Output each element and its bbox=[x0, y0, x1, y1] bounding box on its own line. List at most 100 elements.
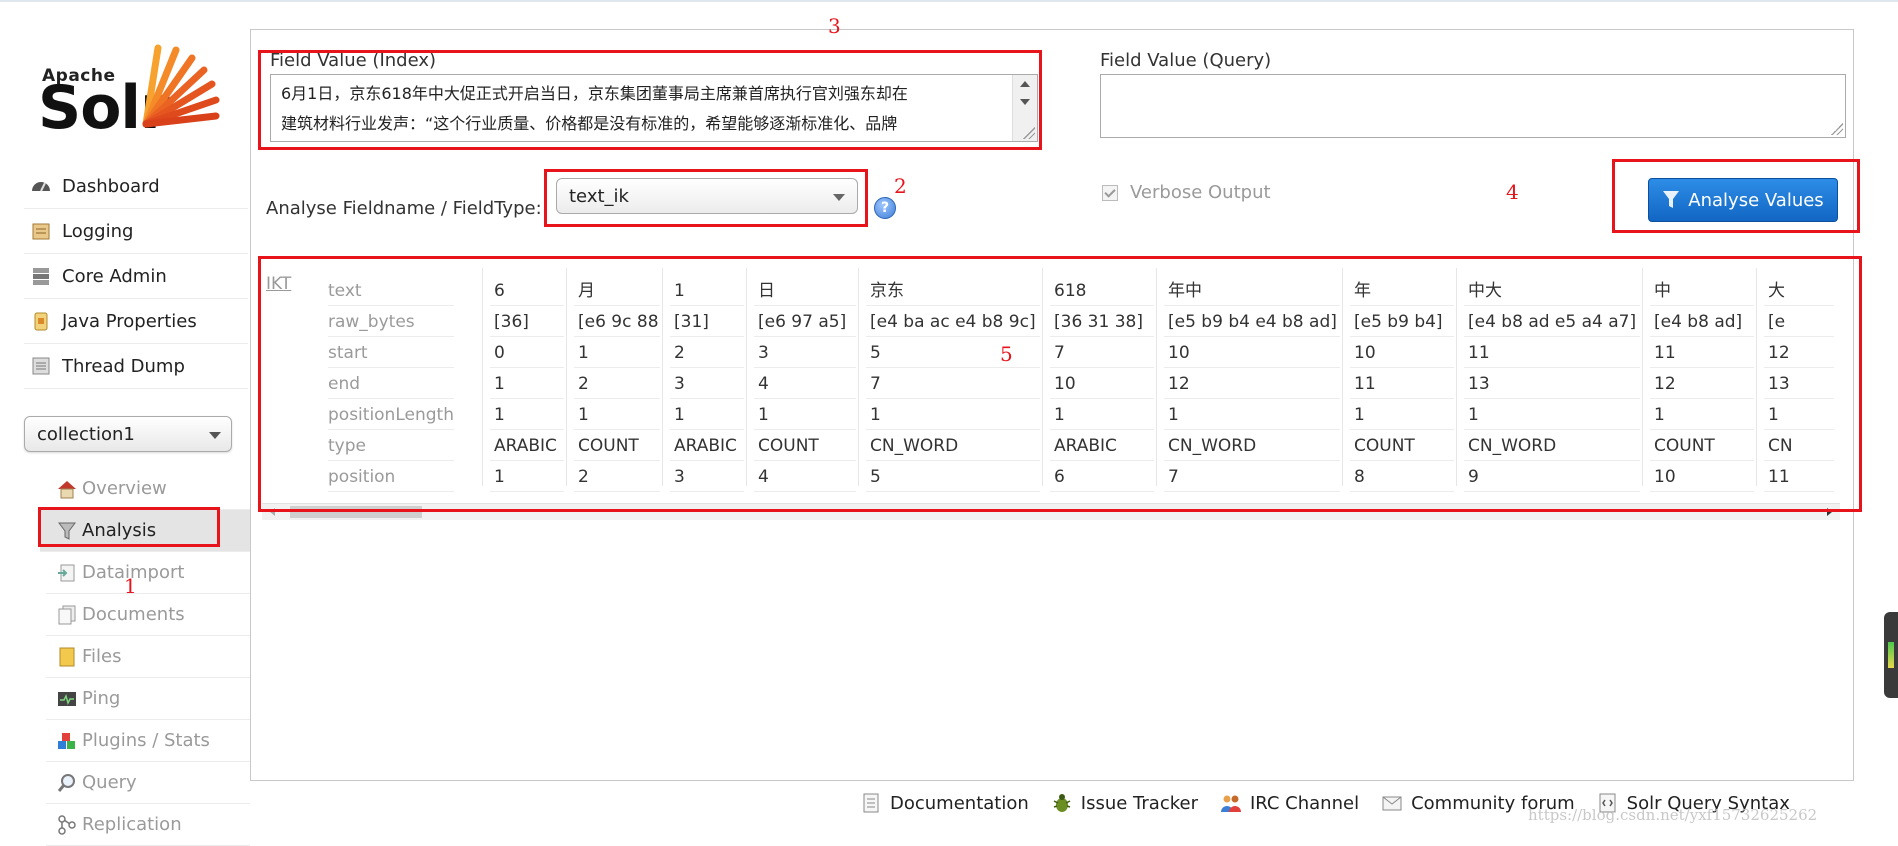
token-cell: 6 bbox=[490, 276, 564, 306]
sidebar-item-core-admin[interactable]: Core Admin bbox=[24, 254, 248, 299]
sidebar-item-dashboard[interactable]: Dashboard bbox=[24, 164, 248, 209]
token-cell: 1 bbox=[490, 462, 564, 492]
token-cell: 1 bbox=[1764, 400, 1834, 430]
row-label: raw_bytes bbox=[328, 307, 454, 337]
row-label: start bbox=[328, 338, 454, 368]
verbose-output-checkbox[interactable] bbox=[1102, 184, 1118, 201]
sidebar-item-label: Overview bbox=[82, 478, 167, 499]
resize-grip-icon[interactable] bbox=[1831, 123, 1843, 135]
scroll-right-arrow-icon[interactable] bbox=[1827, 508, 1832, 516]
token-cell: [e4 ba ac e4 b8 9c] bbox=[866, 307, 1040, 337]
index-field-textarea[interactable]: 6月1日，京东618年中大促正式开启当日，京东集团董事局主席兼首席执行官刘强东却… bbox=[270, 74, 1038, 142]
ping-icon bbox=[58, 691, 76, 706]
row-label: text bbox=[328, 276, 454, 306]
column-separator bbox=[1042, 268, 1043, 486]
results-horizontal-scrollbar[interactable] bbox=[262, 503, 1840, 520]
documents-icon bbox=[58, 605, 76, 624]
analyse-values-button[interactable]: Analyse Values bbox=[1648, 178, 1838, 222]
sidebar-item-plugins-stats[interactable]: Plugins / Stats bbox=[46, 720, 250, 762]
token-cell: 1 bbox=[670, 400, 744, 430]
help-icon[interactable]: ? bbox=[874, 197, 896, 219]
sidebar-item-ping[interactable]: Ping bbox=[46, 678, 250, 720]
token-cell: [e4 b8 ad] bbox=[1650, 307, 1754, 337]
annotation-number-1: 1 bbox=[124, 574, 137, 598]
token-cell: CN bbox=[1764, 431, 1834, 461]
row-label: type bbox=[328, 431, 454, 461]
token-cell: 13 bbox=[1764, 369, 1834, 399]
token-cell: 5 bbox=[866, 338, 1040, 368]
token-cell: 11 bbox=[1650, 338, 1754, 368]
sidebar-item-documents[interactable]: Documents bbox=[46, 594, 250, 636]
column-separator bbox=[1156, 268, 1157, 486]
token-cell: [e5 b9 b4 e4 b8 ad] bbox=[1164, 307, 1340, 337]
sidebar-item-dataimport[interactable]: Dataimport bbox=[46, 552, 250, 594]
token-cell: 9 bbox=[1464, 462, 1640, 492]
edge-widget[interactable] bbox=[1884, 612, 1898, 698]
dataimport-icon bbox=[58, 564, 75, 581]
analyse-values-label: Analyse Values bbox=[1688, 189, 1824, 211]
core-admin-icon bbox=[33, 268, 49, 285]
sidebar-item-files[interactable]: Files bbox=[46, 636, 250, 678]
solr-sun-icon bbox=[142, 44, 220, 128]
core-selector[interactable]: collection1 bbox=[24, 416, 232, 452]
column-separator bbox=[746, 268, 747, 486]
token-cell: 10 bbox=[1050, 369, 1154, 399]
scroll-down-arrow-icon[interactable] bbox=[1020, 99, 1030, 105]
token-cell: 1 bbox=[1464, 400, 1640, 430]
annotation-number-4: 4 bbox=[1506, 180, 1519, 204]
token-cell: [e5 b9 b4] bbox=[1350, 307, 1454, 337]
core-selector-value: collection1 bbox=[37, 423, 135, 445]
scroll-up-arrow-icon[interactable] bbox=[1020, 81, 1030, 87]
query-field-textarea[interactable] bbox=[1100, 74, 1846, 138]
top-border bbox=[0, 0, 1898, 2]
token-cell: 10 bbox=[1164, 338, 1340, 368]
sidebar-item-thread-dump[interactable]: Thread Dump bbox=[24, 344, 248, 389]
annotation-number-5: 5 bbox=[1000, 342, 1013, 366]
sidebar-item-query[interactable]: Query bbox=[46, 762, 250, 804]
column-separator bbox=[1342, 268, 1343, 486]
annotation-number-3: 3 bbox=[828, 14, 841, 38]
logging-icon bbox=[32, 223, 50, 240]
footer-link-issue-tracker[interactable]: Issue Tracker bbox=[1051, 792, 1198, 814]
verbose-output-toggle[interactable]: Verbose Output bbox=[1102, 182, 1271, 203]
footer-link-irc-channel[interactable]: IRC Channel bbox=[1220, 792, 1359, 814]
footer-link-label: IRC Channel bbox=[1249, 792, 1360, 814]
sidebar-item-logging[interactable]: Logging bbox=[24, 209, 248, 254]
token-cell: 4 bbox=[754, 462, 856, 492]
sidebar-item-java-properties[interactable]: Java Properties bbox=[24, 299, 248, 344]
token-cell: [36] bbox=[490, 307, 564, 337]
funnel-icon bbox=[1663, 191, 1680, 208]
token-cell: 10 bbox=[1350, 338, 1454, 368]
scrollbar-thumb[interactable] bbox=[290, 506, 422, 518]
fieldtype-select[interactable]: text_ik bbox=[556, 178, 858, 214]
token-cell: 11 bbox=[1464, 338, 1640, 368]
footer-link-label: Documentation bbox=[890, 792, 1029, 814]
token-cell: [36 31 38] bbox=[1050, 307, 1154, 337]
column-separator bbox=[566, 268, 567, 486]
token-cell: 1 bbox=[1650, 400, 1754, 430]
token-cell: 8 bbox=[1350, 462, 1454, 492]
scroll-left-arrow-icon[interactable] bbox=[270, 508, 275, 516]
sidebar-item-replication[interactable]: Replication bbox=[46, 804, 250, 846]
resize-grip-icon[interactable] bbox=[1023, 127, 1035, 139]
token-cell: 1 bbox=[754, 400, 856, 430]
row-label: positionLength bbox=[328, 400, 454, 430]
token-cell: 12 bbox=[1650, 369, 1754, 399]
row-label: end bbox=[328, 369, 454, 399]
sidebar-item-label: Query bbox=[82, 772, 137, 793]
token-cell: 11 bbox=[1350, 369, 1454, 399]
sidebar-item-overview[interactable]: Overview bbox=[46, 468, 250, 510]
sidebar-item-analysis[interactable]: Analysis bbox=[40, 510, 250, 552]
token-cell: 1 bbox=[670, 276, 744, 306]
analyzer-name-link[interactable]: IKT bbox=[266, 274, 291, 294]
sidebar-item-label: Java Properties bbox=[62, 310, 197, 332]
dashboard-icon bbox=[32, 182, 50, 192]
solr-logo[interactable]: Apache Solr bbox=[36, 38, 226, 140]
token-cell: ARABIC bbox=[1050, 431, 1154, 461]
sidebar-item-label: Logging bbox=[62, 220, 134, 242]
token-cell: 1 bbox=[574, 400, 660, 430]
annotation-number-2: 2 bbox=[894, 174, 907, 198]
sidebar-item-label: Core Admin bbox=[62, 265, 167, 287]
sidebar-item-label: Replication bbox=[82, 814, 182, 835]
footer-link-documentation[interactable]: Documentation bbox=[860, 792, 1029, 814]
